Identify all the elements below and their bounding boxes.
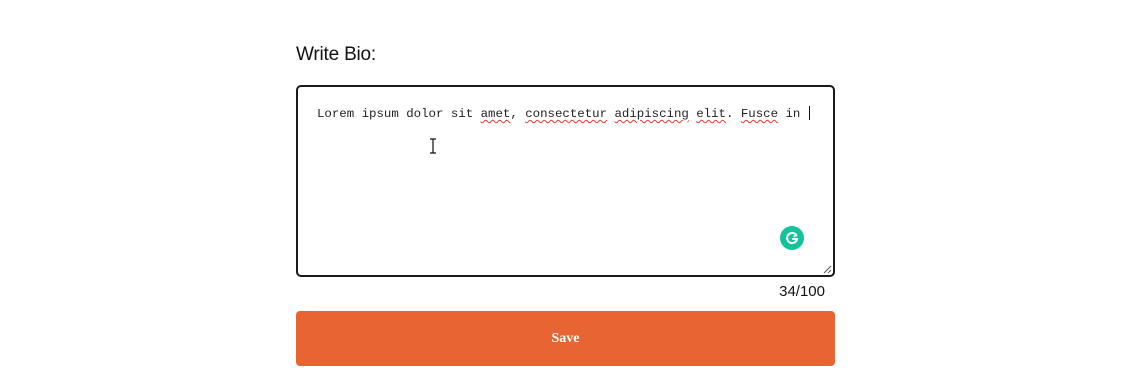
bio-text-segment: , (510, 107, 526, 121)
bio-text-segment: in (778, 107, 808, 121)
character-counter: 34/100 (779, 283, 825, 300)
misspelled-word[interactable]: amet (481, 107, 511, 121)
misspelled-word[interactable]: Fusce (741, 107, 778, 121)
save-button[interactable]: Save (296, 311, 835, 366)
grammarly-icon[interactable] (780, 226, 804, 250)
bio-textarea[interactable]: Lorem ipsum dolor sit amet, consectetur … (296, 85, 835, 277)
bio-text-segment: Lorem ipsum dolor sit (317, 107, 481, 121)
misspelled-word[interactable]: consectetur (525, 107, 607, 121)
text-caret (808, 106, 810, 120)
bio-label: Write Bio: (296, 44, 377, 65)
bio-text-segment: . (726, 107, 741, 121)
resize-handle-icon[interactable] (823, 265, 832, 274)
bio-text[interactable]: Lorem ipsum dolor sit amet, consectetur … (317, 106, 817, 122)
text-cursor-icon (430, 138, 436, 154)
grammarly-g-icon (786, 232, 799, 245)
misspelled-word[interactable]: elit (696, 107, 726, 121)
misspelled-word[interactable]: adipiscing (614, 107, 688, 121)
